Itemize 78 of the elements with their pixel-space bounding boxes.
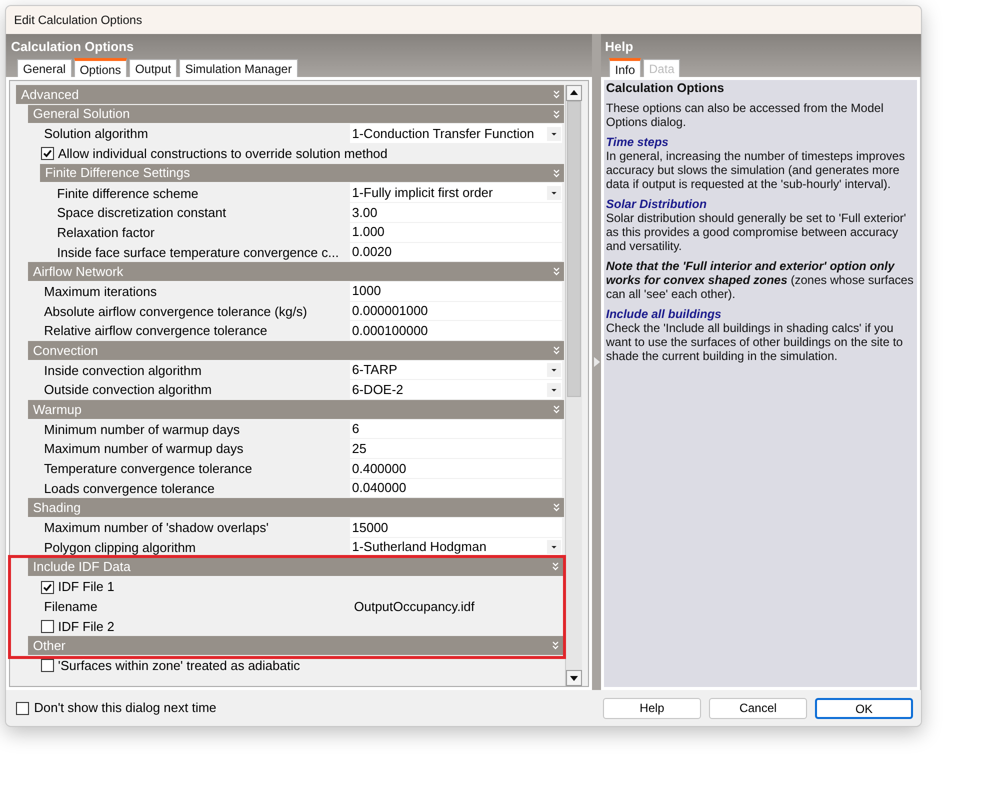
help-title: Calculation Options [606, 81, 726, 95]
checkbox-label: IDF File 1 [58, 578, 114, 596]
property-value: OutputOccupancy.idf [354, 598, 474, 616]
help-paragraph: In general, increasing the number of timesteps improves accuracy but slows the simulation (and generates more data if output is requested at the 'sub-hourly' interval). [606, 149, 906, 191]
checkbox[interactable] [41, 659, 54, 672]
tab[interactable]: Options [74, 58, 128, 77]
dropdown-field[interactable]: 6-TARP [350, 360, 562, 380]
collapse-icon[interactable] [553, 110, 560, 119]
window-title: Edit Calculation Options [14, 12, 142, 29]
property-label: Absolute airflow convergence tolerance (kg/s) [44, 302, 308, 321]
property-label: Solution algorithm [44, 125, 148, 144]
input-field[interactable]: 3.00 [350, 203, 562, 222]
property-label: Outside convection algorithm [44, 381, 212, 400]
property-label: Loads convergence tolerance [44, 480, 215, 498]
collapse-icon[interactable] [553, 267, 560, 276]
checkbox-label: 'Surfaces within zone' treated as adiabatic [58, 657, 300, 676]
dropdown-field[interactable]: 6-DOE-2 [350, 380, 562, 399]
input-field[interactable]: 0.400000 [350, 459, 562, 478]
input-field[interactable]: 15000 [350, 518, 562, 537]
dropdown-field[interactable]: 1-Fully implicit first order [350, 183, 562, 202]
dialog-button[interactable]: Help [603, 698, 701, 718]
checkbox-label: Don't show this dialog next time [34, 699, 216, 718]
scroll-up-icon[interactable] [566, 85, 582, 101]
property-label: Temperature convergence tolerance [44, 460, 252, 478]
input-field[interactable]: 0.0020 [350, 242, 562, 262]
property-label: Maximum number of warmup days [44, 440, 244, 458]
input-field[interactable]: 6 [350, 420, 562, 438]
tab[interactable]: General [17, 59, 72, 77]
dropdown-field[interactable]: 1-Sutherland Hodgman [350, 538, 562, 556]
expand-arrow-icon[interactable] [594, 357, 600, 367]
checkbox-label: Allow individual constructions to override solution method [58, 145, 388, 164]
property-label: Relative airflow convergence tolerance [44, 322, 268, 340]
tab[interactable]: Simulation Manager [179, 59, 298, 77]
property-label: Space discretization constant [57, 204, 226, 222]
collapse-icon[interactable] [553, 404, 560, 414]
property-label: Finite difference scheme [57, 184, 198, 203]
dialog-button[interactable]: Cancel [709, 698, 807, 718]
dropdown-field[interactable]: 1-Conduction Transfer Function [350, 124, 562, 144]
property-label: Maximum number of 'shadow overlaps' [44, 519, 269, 538]
collapse-icon[interactable] [553, 346, 560, 355]
property-label: Relaxation factor [57, 224, 155, 242]
checkbox[interactable] [41, 147, 54, 160]
collapse-icon[interactable] [553, 168, 560, 178]
panel-title: Help [605, 38, 634, 56]
collapse-icon[interactable] [553, 503, 560, 512]
input-field[interactable]: 0.000100000 [350, 321, 562, 340]
help-paragraph: Note that the 'Full interior and exterior' option only works for convex shaped zones (zones whose surfaces can all 'see' each other). [606, 259, 914, 301]
collapse-icon[interactable] [552, 562, 559, 572]
help-paragraph: These options can also be accessed from the Model Options dialog. [606, 101, 884, 129]
tab[interactable]: Info [609, 58, 642, 77]
scroll-thumb[interactable] [567, 101, 581, 397]
checkbox-label: IDF File 2 [58, 618, 114, 636]
checkbox[interactable] [16, 702, 29, 714]
collapse-icon[interactable] [552, 641, 559, 650]
property-label: Inside face surface temperature convergence c... [57, 244, 339, 262]
property-label: Polygon clipping algorithm [44, 538, 196, 557]
input-field[interactable]: 0.000001000 [350, 302, 562, 320]
tab[interactable]: Output [129, 59, 178, 77]
property-label: Inside convection algorithm [44, 362, 202, 380]
dialog-button[interactable]: OK [815, 698, 913, 718]
checkbox[interactable] [41, 580, 54, 594]
input-field[interactable]: 25 [350, 439, 562, 458]
help-heading: Include all buildings [606, 307, 722, 321]
scroll-down-icon[interactable] [566, 670, 582, 686]
property-label: Minimum number of warmup days [44, 420, 240, 439]
help-paragraph: Check the 'Include all buildings in shading calcs' if you want to use the surfaces of other buildings on the site to shade the current building in the simulation. [606, 321, 904, 363]
help-heading: Time steps [606, 135, 670, 149]
input-field[interactable]: 1000 [350, 282, 562, 301]
input-field[interactable]: 0.040000 [350, 478, 562, 498]
collapse-icon[interactable] [553, 90, 560, 99]
checkbox[interactable] [41, 620, 54, 633]
help-heading: Solar Distribution [606, 197, 708, 211]
scrollbar[interactable] [565, 85, 582, 686]
help-paragraph: Solar distribution should generally be set to 'Full exterior' as this provides a good compromise between accuracy and versatility. [606, 211, 908, 253]
input-field[interactable]: 1.000 [350, 222, 562, 242]
property-label: Maximum iterations [44, 282, 157, 301]
panel-title: Calculation Options [11, 38, 135, 56]
property-label: Filename [44, 598, 98, 616]
